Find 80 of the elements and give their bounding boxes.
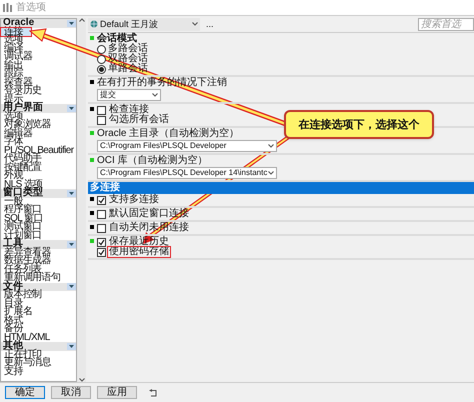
section-title: 会话模式 — [97, 34, 137, 44]
collapse-button[interactable] — [67, 190, 76, 197]
scrollbar[interactable] — [77, 18, 86, 382]
dialog-button[interactable]: 应用 — [97, 386, 137, 399]
sidebar-item[interactable]: 重新调用语句 — [1, 274, 76, 282]
sidebar-item[interactable]: 代码助手 — [1, 155, 76, 164]
collapse-button[interactable] — [67, 240, 76, 248]
sidebar-item[interactable]: 扩展名 — [1, 308, 76, 316]
caret-icon — [268, 144, 274, 148]
sidebar-item[interactable]: 调试器 — [1, 53, 76, 62]
sidebar-item[interactable]: 跟踪 — [1, 70, 76, 78]
radio-label: 双路会话 — [108, 54, 148, 64]
dialog-button[interactable]: 确定 — [5, 386, 45, 399]
sidebar-item[interactable]: HTML/XML — [1, 334, 76, 342]
sidebar-item[interactable]: 备份 — [1, 325, 76, 334]
group-header: 工具 — [2, 240, 23, 248]
collapse-button[interactable] — [67, 20, 76, 27]
checkbox-label: 支持多连接 — [108, 195, 160, 205]
collapse-button[interactable] — [67, 342, 76, 350]
group-header: Oracle — [2, 19, 34, 28]
checkbox[interactable] — [97, 196, 106, 204]
collapse-button[interactable] — [67, 283, 76, 290]
collapse-button[interactable] — [67, 104, 76, 112]
sidebar-item[interactable]: 格式 — [1, 316, 76, 325]
sidebar-item[interactable]: 字体 — [1, 138, 76, 146]
callout: 在连接选项下，选择这个 — [284, 110, 434, 139]
chevron-down-icon — [69, 22, 74, 25]
checkbox[interactable] — [97, 224, 106, 232]
sidebar-item[interactable]: 程序窗口 — [1, 206, 76, 214]
sidebar-item[interactable]: SQL 窗口 — [1, 214, 76, 223]
group-header: 其他 — [2, 342, 23, 350]
radio-label: 多路会话 — [108, 44, 148, 54]
sidebar-item[interactable]: 输出 — [1, 62, 76, 70]
sidebar-item[interactable]: 支持 — [1, 368, 76, 376]
sidebar-item[interactable]: 计划窗口 — [1, 232, 76, 240]
dialog-button[interactable]: 取消 — [51, 386, 91, 399]
dropdown[interactable]: C:\Program Files\PLSQL Developer 14\instantc — [97, 167, 277, 179]
dropdown[interactable]: 提交 — [97, 89, 161, 101]
sidebar-item[interactable]: 选项 — [1, 36, 76, 44]
sidebar-item[interactable]: 更新与消息 — [1, 359, 76, 368]
group-header: 窗口类型 — [2, 189, 43, 198]
checkbox-label: 检查连接 — [108, 105, 149, 115]
chevron-down-icon — [69, 285, 74, 288]
sidebar-item[interactable]: 测试窗口 — [1, 223, 76, 232]
search-field[interactable]: 搜索首选 — [418, 18, 474, 30]
chevron-down-icon — [69, 344, 74, 348]
checkbox[interactable] — [97, 106, 106, 114]
window-title: 首选项 — [16, 2, 46, 12]
scroll-up-icon[interactable] — [78, 18, 84, 22]
profile-dropdown[interactable]: Default 王月波 — [88, 18, 200, 30]
sidebar-item[interactable]: 按键配置 — [1, 164, 76, 172]
app-icon — [3, 3, 12, 12]
checkbox[interactable] — [97, 248, 106, 256]
checkbox[interactable] — [97, 238, 106, 246]
more-button[interactable]: ... — [204, 19, 216, 29]
checkbox[interactable] — [97, 210, 106, 218]
checkbox-label: 自动关闭未用连接 — [108, 223, 190, 233]
radio-button[interactable] — [97, 64, 106, 74]
sidebar-item[interactable]: 数据生成器 — [1, 257, 76, 266]
radio-button[interactable] — [97, 44, 106, 54]
chevron-down-icon — [69, 242, 74, 246]
dropdown[interactable]: C:\Program Files\PLSQL Developer — [97, 140, 277, 152]
caret-icon — [152, 93, 158, 97]
globe-icon — [90, 20, 98, 28]
chevron-down-icon — [69, 192, 74, 195]
sidebar-item[interactable]: 对象浏览器 — [1, 121, 76, 130]
field-label: OCI 库（自动检测为空） — [97, 156, 209, 166]
sidebar-item[interactable]: 登录历史 — [1, 87, 76, 96]
chevron-down-icon — [69, 106, 74, 110]
scroll-down-icon[interactable] — [78, 378, 84, 382]
group-header: 多连接 — [88, 182, 474, 194]
caret-icon — [192, 22, 198, 26]
field-label: Oracle 主目录（自动检测为空） — [97, 129, 240, 139]
checkbox[interactable] — [97, 116, 106, 124]
group-header: 文件 — [2, 282, 23, 291]
sidebar-item[interactable]: 编辑器 — [1, 130, 76, 138]
undo-icon[interactable] — [149, 388, 158, 396]
checkbox-label: 勾选所有会话 — [108, 115, 170, 125]
caret-icon — [268, 171, 274, 175]
sidebar-item[interactable]: 版本控制 — [1, 291, 76, 300]
